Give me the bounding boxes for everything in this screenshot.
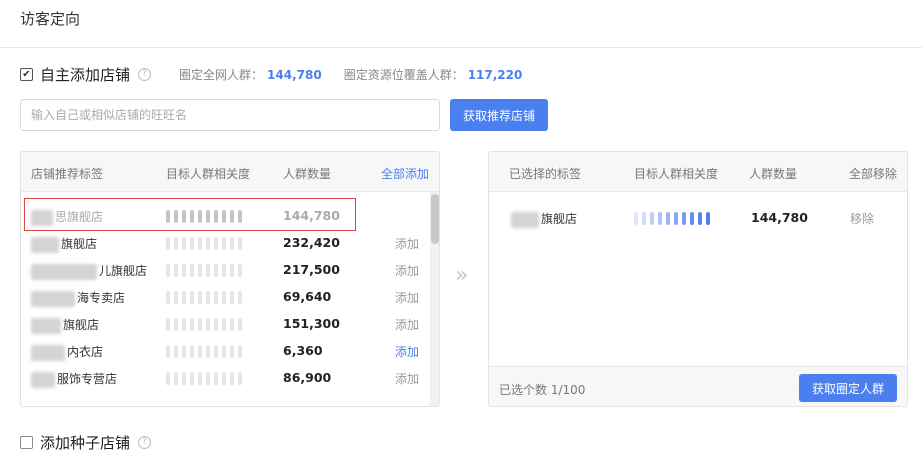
shop-name-text: 旗舰店 [63, 318, 100, 332]
redacted-text [31, 344, 65, 361]
header-selected-tag: 已选择的标签 [509, 167, 582, 181]
self-add-checkbox[interactable] [20, 68, 33, 81]
header-count: 人群数量 [749, 167, 798, 181]
self-add-label: 自主添加店铺 [40, 66, 131, 84]
header-relevance: 目标人群相关度 [634, 167, 719, 181]
stat-network-value: 144,780 [267, 68, 322, 82]
table-row[interactable]: 内衣店 6,360 添加 [21, 337, 439, 364]
selected-count: 已选个数 1/100 [499, 383, 586, 397]
shop-name-text: 儿旗舰店 [99, 264, 148, 278]
table-row[interactable]: 海专卖店 69,640 添加 [21, 283, 439, 310]
add-all-link[interactable]: 全部添加 [381, 165, 429, 182]
shop-name: 海专卖店 [31, 289, 125, 307]
table-row[interactable]: 服饰专营店 86,900 添加 [21, 364, 439, 391]
redacted-text [31, 236, 59, 253]
recommend-header: 店铺推荐标签 目标人群相关度 人群数量 全部添加 [21, 152, 439, 192]
title-divider [0, 47, 922, 48]
crowd-count: 232,420 [283, 235, 340, 250]
redacted-text [511, 211, 539, 228]
help-icon[interactable]: ? [138, 68, 152, 81]
shop-name: 旗舰店 [31, 235, 97, 253]
shop-name-text: 服饰专营店 [57, 372, 118, 386]
add-button[interactable]: 添加 [395, 343, 419, 360]
shop-name-text: 旗舰店 [61, 237, 98, 251]
selected-footer: 已选个数 1/100 获取圈定人群 [489, 366, 907, 406]
shop-name: 内衣店 [31, 343, 103, 361]
table-row[interactable]: 旗舰店 232,420 添加 [21, 229, 439, 256]
redacted-text [31, 263, 97, 280]
table-row[interactable]: 旗舰店 151,300 添加 [21, 310, 439, 337]
header-count: 人群数量 [283, 167, 332, 181]
selected-header: 已选择的标签 目标人群相关度 人群数量 全部移除 [489, 152, 907, 192]
seed-row: 添加种子店铺 ? [20, 432, 152, 453]
get-crowd-button[interactable]: 获取圈定人群 [799, 374, 897, 402]
seed-label: 添加种子店铺 [40, 434, 131, 452]
fetch-recommended-button[interactable]: 获取推荐店铺 [450, 99, 548, 131]
add-button[interactable]: 添加 [395, 262, 419, 279]
relevance-bars [634, 212, 714, 225]
transfer-arrow-icon: » [455, 263, 469, 288]
shop-name: 服饰专营店 [31, 370, 117, 388]
selected-panel: 已选择的标签 目标人群相关度 人群数量 全部移除 旗舰店 144,780 移除 … [488, 151, 908, 407]
shop-name: 旗舰店 [511, 210, 577, 228]
stat-resource-value: 117,220 [467, 68, 523, 82]
shop-name-text: 旗舰店 [541, 212, 578, 226]
recommend-panel: 店铺推荐标签 目标人群相关度 人群数量 全部添加 思旗舰店 144,780 旗舰… [20, 151, 440, 407]
relevance-bars [166, 345, 246, 358]
header-relevance: 目标人群相关度 [166, 167, 251, 181]
relevance-bars [166, 318, 246, 331]
shop-name-text: 内衣店 [67, 345, 104, 359]
remove-button[interactable]: 移除 [850, 210, 874, 227]
table-row[interactable]: 旗舰店 144,780 移除 [489, 204, 907, 231]
table-row[interactable]: 儿旗舰店 217,500 添加 [21, 256, 439, 283]
remove-all-link[interactable]: 全部移除 [849, 165, 897, 182]
shop-name: 儿旗舰店 [31, 262, 147, 280]
header-shop-tag: 店铺推荐标签 [31, 167, 104, 181]
add-button[interactable]: 添加 [395, 316, 419, 333]
add-button[interactable]: 添加 [395, 289, 419, 306]
page-title: 访客定向 [20, 10, 81, 28]
stat-resource: 圈定资源位覆盖人群： 117,220 [344, 66, 523, 83]
redacted-text [31, 371, 55, 388]
stat-resource-label: 圈定资源位覆盖人群： [343, 68, 464, 82]
relevance-bars [166, 291, 246, 304]
seed-checkbox[interactable] [20, 436, 33, 449]
crowd-count: 6,360 [283, 343, 323, 358]
self-add-row: 自主添加店铺 ? 圈定全网人群：144,780 圈定资源位覆盖人群：117,22… [20, 64, 522, 85]
crowd-count: 144,780 [751, 210, 808, 225]
redacted-text [31, 290, 75, 307]
relevance-bars [166, 237, 246, 250]
selected-row-highlight [24, 198, 356, 231]
crowd-count: 69,640 [283, 289, 332, 304]
scrollbar-thumb[interactable] [431, 194, 439, 244]
stat-network-label: 圈定全网人群： [179, 68, 264, 82]
redacted-text [31, 317, 61, 334]
stat-network: 圈定全网人群： 144,780 [179, 66, 322, 83]
shop-search-input[interactable] [20, 99, 440, 131]
add-button[interactable]: 添加 [395, 235, 419, 252]
relevance-bars [166, 372, 246, 385]
crowd-count: 86,900 [283, 370, 332, 385]
shop-name-text: 海专卖店 [77, 291, 126, 305]
shop-name: 旗舰店 [31, 316, 99, 334]
crowd-count: 151,300 [283, 316, 340, 331]
relevance-bars [166, 264, 246, 277]
add-button[interactable]: 添加 [395, 370, 419, 387]
crowd-count: 217,500 [283, 262, 340, 277]
help-icon[interactable]: ? [138, 436, 152, 449]
